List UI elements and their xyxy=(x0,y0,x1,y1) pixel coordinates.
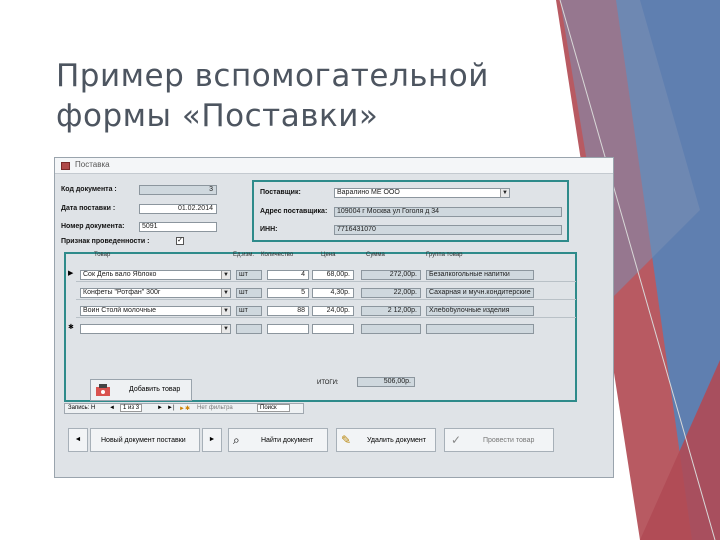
supply-form-window: Поставка Код документа : 3 Дата поставки… xyxy=(54,157,614,478)
total-label: ИТОГИ: xyxy=(317,380,339,386)
add-product-label: Добавить товар xyxy=(129,386,181,393)
col-header-qty: Количество xyxy=(261,252,294,258)
chevron-down-icon[interactable]: ▼ xyxy=(500,189,509,197)
post-doc-button[interactable]: ✓ Провести товар xyxy=(444,428,554,452)
sum-cell: 272,00р. xyxy=(361,270,421,280)
price-field[interactable]: 24,00р. xyxy=(312,306,354,316)
supplier-label: Поставщик: xyxy=(260,189,301,196)
unit-cell: шт xyxy=(236,270,262,280)
chevron-down-icon[interactable]: ▼ xyxy=(221,271,230,279)
price-field[interactable] xyxy=(312,324,354,334)
col-header-product: Товар xyxy=(94,252,111,258)
search-field[interactable]: Поиск xyxy=(257,404,290,412)
delete-doc-label: Удалить документ xyxy=(367,437,426,444)
doc-code-field[interactable]: 3 xyxy=(139,185,217,195)
slide-title: Пример вспомогательной формы «Поставки» xyxy=(56,58,489,134)
total-value: 506,00р. xyxy=(357,377,415,387)
product-name: Конфеты "Ротфан" 300г xyxy=(83,289,161,296)
chevron-down-icon[interactable]: ▼ xyxy=(221,307,230,315)
group-cell: Хлебобулочные изделия xyxy=(426,306,534,316)
product-select[interactable]: Воин Столй молочные ▼ xyxy=(80,306,231,316)
col-header-group: Группа товар xyxy=(426,252,463,258)
prev-doc-button[interactable]: ◄ xyxy=(68,428,88,452)
filter-label[interactable]: Нет фильтра xyxy=(197,405,233,411)
binoculars-icon: ⌕ xyxy=(233,433,240,447)
product-select[interactable]: Сок Дель вало Яблоко ▼ xyxy=(80,270,231,280)
new-record-icon: ✱ xyxy=(68,324,74,331)
blue-stripe xyxy=(616,0,720,540)
table-row[interactable]: Воин Столй молочные ▼ шт 88 24,00р. 2 12… xyxy=(76,304,576,318)
unit-cell: шт xyxy=(236,288,262,298)
eraser-icon: ✎ xyxy=(341,433,352,447)
record-navigator: Запись: Н ◄ 1 из 3 ► ►| ►✱ Нет фильтра П… xyxy=(64,403,304,414)
supplier-panel: Поставщик: Варалино МЕ ООО ▼ Адрес поста… xyxy=(252,180,569,242)
post-doc-label: Провести товар xyxy=(483,437,535,444)
group-cell: Безалкогольные напитки xyxy=(426,270,534,280)
inn-field[interactable]: 7716431070 xyxy=(334,225,562,235)
add-product-button[interactable]: Добавить товар xyxy=(90,379,192,401)
product-select[interactable]: ▼ xyxy=(80,324,231,334)
checkmark-icon: ✓ xyxy=(451,433,462,447)
last-record-icon[interactable]: ►| xyxy=(167,405,175,411)
accepted-checkbox[interactable]: ✓ xyxy=(176,237,184,245)
date-label: Дата поставки : xyxy=(61,205,116,212)
address-label: Адрес поставщика: xyxy=(260,208,328,215)
window-titlebar: Поставка xyxy=(55,158,613,174)
unit-cell: шт xyxy=(236,306,262,316)
col-header-unit: Ед.изм. xyxy=(233,252,255,258)
product-select[interactable]: Конфеты "Ротфан" 300г ▼ xyxy=(80,288,231,298)
doc-code-label: Код документа : xyxy=(61,186,117,193)
qty-field[interactable]: 5 xyxy=(267,288,309,298)
chevron-down-icon[interactable]: ▼ xyxy=(221,325,230,333)
bottom-toolbar: ◄ Новый документ поставки ► ⌕ Найти доку… xyxy=(68,428,554,452)
accepted-label: Признак проведенности : xyxy=(61,238,150,245)
record-position[interactable]: 1 из 3 xyxy=(120,404,143,412)
add-product-icon xyxy=(96,384,110,396)
bottom-red xyxy=(640,360,720,540)
supplier-select[interactable]: Варалино МЕ ООО ▼ xyxy=(334,188,510,198)
record-prefix: Запись: Н xyxy=(68,405,96,411)
price-field[interactable]: 4,30р. xyxy=(312,288,354,298)
col-header-sum: Сумма xyxy=(366,252,385,258)
group-cell: Сахарная и мучн.кондитерские xyxy=(426,288,534,298)
row-selector-icon: ▶ xyxy=(68,270,74,277)
sum-cell: 2 12,00р. xyxy=(361,306,421,316)
table-row[interactable]: Конфеты "Ротфан" 300г ▼ шт 5 4,30р. 22,0… xyxy=(76,286,576,300)
new-doc-label: Новый документ поставки xyxy=(101,437,186,444)
qty-field[interactable]: 88 xyxy=(267,306,309,316)
doc-number-label: Номер документа: xyxy=(61,223,125,230)
group-cell xyxy=(426,324,534,334)
table-row-new[interactable]: ✱ ▼ xyxy=(68,322,576,336)
sum-cell xyxy=(361,324,421,334)
date-field[interactable]: 01.02.2014 xyxy=(139,204,217,214)
unit-cell xyxy=(236,324,262,334)
qty-field[interactable]: 4 xyxy=(267,270,309,280)
inn-label: ИНН: xyxy=(260,226,278,233)
doc-number-field[interactable]: 5091 xyxy=(139,222,217,232)
prev-record-icon[interactable]: ◄ xyxy=(109,405,115,411)
form-icon xyxy=(61,162,70,170)
next-record-icon[interactable]: ► xyxy=(157,405,163,411)
delete-doc-button[interactable]: ✎ Удалить документ xyxy=(336,428,436,452)
window-title: Поставка xyxy=(75,160,110,169)
chevron-down-icon[interactable]: ▼ xyxy=(221,289,230,297)
new-doc-button[interactable]: Новый документ поставки xyxy=(90,428,200,452)
new-record-nav-icon[interactable]: ►✱ xyxy=(179,405,190,412)
find-doc-button[interactable]: ⌕ Найти документ xyxy=(228,428,328,452)
find-doc-label: Найти документ xyxy=(261,437,314,444)
product-name: Сок Дель вало Яблоко xyxy=(83,271,157,278)
col-header-price: Цена xyxy=(321,252,336,258)
price-field[interactable]: 68,00р. xyxy=(312,270,354,280)
next-doc-button[interactable]: ► xyxy=(202,428,222,452)
supplier-value: Варалино МЕ ООО xyxy=(337,189,400,196)
qty-field[interactable] xyxy=(267,324,309,334)
sum-cell: 22,00р. xyxy=(361,288,421,298)
table-row[interactable]: ▶ Сок Дель вало Яблоко ▼ шт 4 68,00р. 27… xyxy=(68,268,576,282)
address-field[interactable]: 109004 г Москва ул Гоголя д 34 xyxy=(334,207,562,217)
product-name: Воин Столй молочные xyxy=(83,307,157,314)
